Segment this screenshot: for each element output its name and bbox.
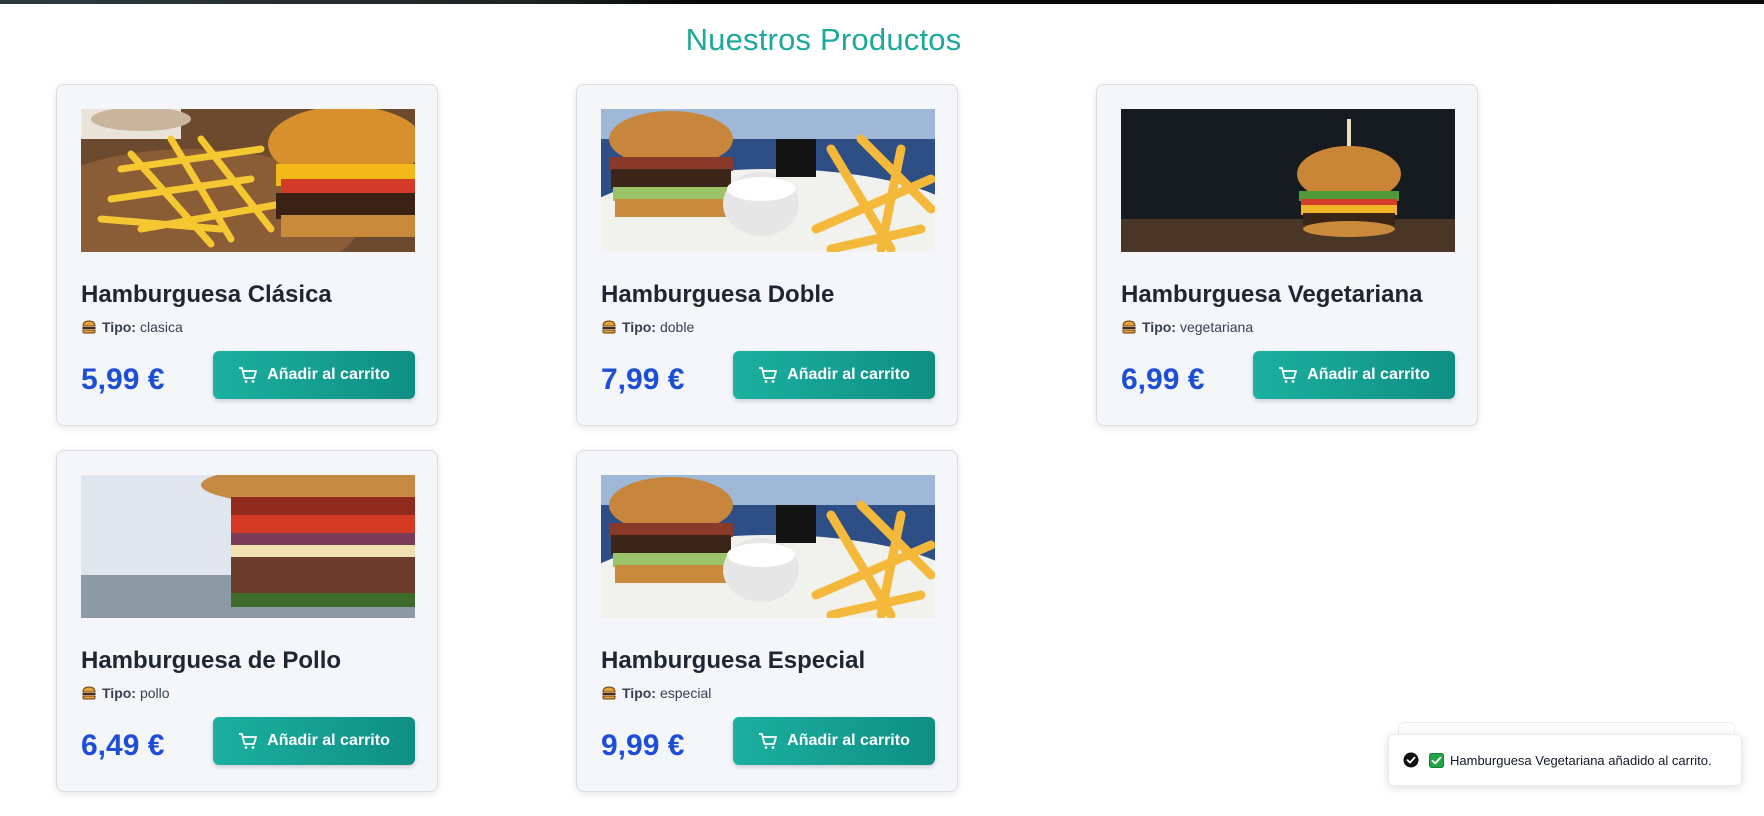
green-check-icon	[1429, 752, 1444, 768]
product-image	[81, 475, 415, 618]
tipo-label: Tipo:	[102, 685, 136, 701]
product-name: Hamburguesa de Pollo	[81, 647, 342, 674]
product-price: 7,99 €	[601, 363, 685, 396]
cart-icon	[239, 733, 258, 749]
product-name: Hamburguesa Vegetariana	[1121, 281, 1423, 308]
product-tipo: Tipo: especial	[601, 685, 711, 701]
add-to-cart-button[interactable]: Añadir al carrito	[1253, 351, 1455, 399]
cart-icon	[1279, 367, 1298, 383]
add-to-cart-label: Añadir al carrito	[267, 366, 390, 383]
add-to-cart-label: Añadir al carrito	[787, 366, 910, 383]
add-to-cart-button[interactable]: Añadir al carrito	[213, 351, 415, 399]
cart-icon	[759, 367, 778, 383]
product-price: 6,99 €	[1121, 363, 1205, 396]
product-card: Hamburguesa Doble Tipo: doble 7,99 € Aña…	[576, 84, 958, 426]
product-name: Hamburguesa Clásica	[81, 281, 332, 308]
tipo-value: doble	[659, 319, 695, 335]
toast-message: Hamburguesa Vegetariana añadido al carri…	[1450, 752, 1712, 768]
product-name: Hamburguesa Doble	[601, 281, 835, 308]
tipo-value: vegetariana	[1179, 319, 1254, 335]
tipo-value: clasica	[139, 319, 183, 335]
tipo-value: especial	[659, 685, 712, 701]
product-image	[1121, 109, 1455, 252]
product-image	[601, 475, 935, 618]
check-circle-icon	[1403, 752, 1419, 768]
product-image	[601, 109, 935, 252]
burger-icon	[1122, 320, 1136, 334]
burger-icon	[602, 320, 616, 334]
add-to-cart-label: Añadir al carrito	[787, 732, 910, 749]
product-card: Hamburguesa Vegetariana Tipo: vegetarian…	[1096, 84, 1478, 426]
tipo-label: Tipo:	[622, 319, 656, 335]
product-image	[81, 109, 415, 252]
tipo-value: pollo	[139, 685, 170, 701]
product-tipo: Tipo: pollo	[81, 685, 170, 701]
product-card: Hamburguesa Clásica Tipo: clasica 5,99 €…	[56, 84, 438, 426]
product-tipo: Tipo: doble	[601, 319, 694, 335]
product-card: Hamburguesa de Pollo Tipo: pollo 6,49 € …	[56, 450, 438, 792]
add-to-cart-label: Añadir al carrito	[1307, 366, 1430, 383]
add-to-cart-button[interactable]: Añadir al carrito	[213, 717, 415, 765]
burger-icon	[602, 686, 616, 700]
add-to-cart-button[interactable]: Añadir al carrito	[733, 351, 935, 399]
cart-icon	[759, 733, 778, 749]
add-to-cart-button[interactable]: Añadir al carrito	[733, 717, 935, 765]
tipo-label: Tipo:	[622, 685, 656, 701]
product-price: 5,99 €	[81, 363, 165, 396]
tipo-label: Tipo:	[1142, 319, 1176, 335]
tipo-label: Tipo:	[102, 319, 136, 335]
add-to-cart-label: Añadir al carrito	[267, 732, 390, 749]
product-price: 9,99 €	[601, 729, 685, 762]
product-card: Hamburguesa Especial Tipo: especial 9,99…	[576, 450, 958, 792]
page-title: Nuestros Productos	[685, 22, 962, 57]
product-tipo: Tipo: vegetariana	[1121, 319, 1253, 335]
product-name: Hamburguesa Especial	[601, 647, 866, 674]
burger-icon	[82, 320, 96, 334]
product-tipo: Tipo: clasica	[81, 319, 183, 335]
top-banner-edge	[0, 0, 1764, 4]
cart-icon	[239, 367, 258, 383]
toast-notification[interactable]: Hamburguesa Vegetariana añadido al carri…	[1388, 734, 1742, 786]
burger-icon	[82, 686, 96, 700]
product-price: 6,49 €	[81, 729, 165, 762]
